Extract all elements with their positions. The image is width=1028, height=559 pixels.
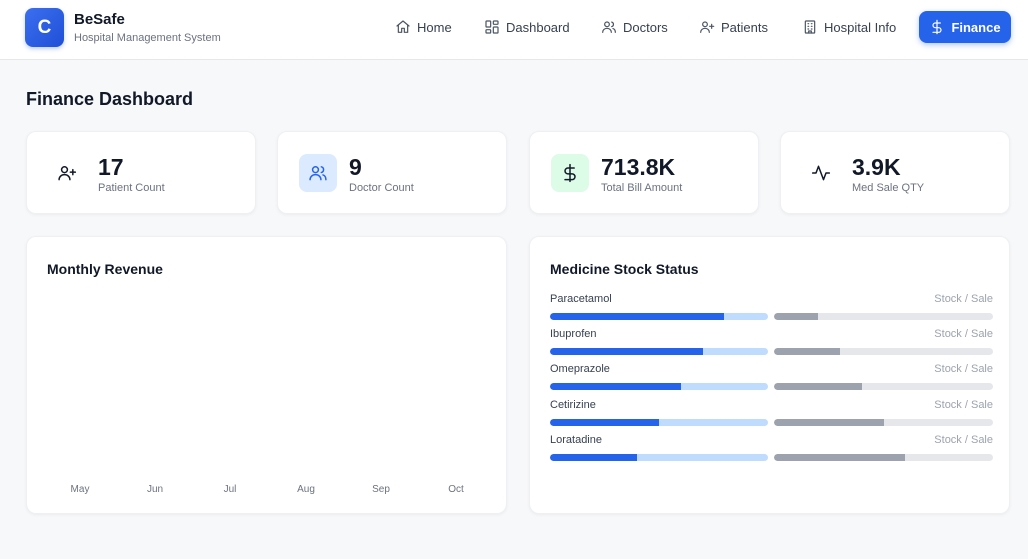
stock-bar-track (550, 419, 768, 426)
stock-sale-label: Stock / Sale (934, 363, 993, 375)
dashboard-icon (485, 20, 499, 34)
medicine-name: Ibuprofen (550, 328, 597, 340)
brand-name: BeSafe (74, 11, 125, 28)
stock-row: Cetirizine Stock / Sale (550, 399, 993, 429)
sale-bar-track (774, 454, 993, 461)
stock-row: Ibuprofen Stock / Sale (550, 328, 993, 358)
medicine-name: Loratadine (550, 434, 602, 446)
month-label: Jul (223, 484, 237, 495)
stock-bar-track (550, 348, 768, 355)
nav-patients-label: Patients (721, 19, 768, 35)
stat-icon-box (48, 154, 86, 192)
top-navbar: C BeSafe Hospital Management System Home… (0, 0, 1028, 60)
building-icon (804, 20, 816, 34)
month-label: May (70, 484, 90, 495)
page-title: Finance Dashboard (26, 89, 194, 109)
month-label: Aug (297, 484, 315, 495)
stat-label: Doctor Count (349, 182, 414, 194)
nav-doctors-label: Doctors (623, 19, 668, 35)
stock-sale-label: Stock / Sale (934, 399, 993, 411)
month-label: Jun (146, 484, 164, 495)
stock-bar-fill (550, 383, 681, 390)
stat-label: Total Bill Amount (601, 182, 683, 194)
medicine-stock-panel: Medicine Stock Status Paracetamol Stock … (529, 236, 1010, 514)
stock-sale-label: Stock / Sale (934, 293, 993, 305)
stat-value: 3.9K (852, 154, 901, 180)
dollar-icon (564, 163, 576, 183)
stock-bar-track (550, 454, 768, 461)
stock-bar-track (550, 313, 768, 320)
nav-patients[interactable]: Patients (689, 11, 778, 43)
nav-doctors[interactable]: Doctors (591, 11, 678, 43)
sale-bar-fill (774, 348, 840, 355)
nav-dashboard[interactable]: Dashboard (474, 11, 580, 43)
stock-sale-label: Stock / Sale (934, 328, 993, 340)
monthly-revenue-panel: Monthly Revenue May Jun Jul Aug Sep Oct (26, 236, 507, 514)
sale-bar-track (774, 383, 993, 390)
medicine-name: Paracetamol (550, 293, 612, 305)
sale-bar-track (774, 419, 993, 426)
stock-row: Paracetamol Stock / Sale (550, 293, 993, 323)
stock-row: Omeprazole Stock / Sale (550, 363, 993, 393)
user-plus-icon (58, 166, 77, 181)
stock-bar-fill (550, 454, 638, 461)
stat-card-doctor-count: 9 Doctor Count (277, 131, 507, 214)
stat-card-med-sale: 3.9K Med Sale QTY (780, 131, 1010, 214)
sale-bar-fill (774, 383, 862, 390)
activity-icon (811, 165, 831, 181)
sale-bar-fill (774, 419, 884, 426)
users-icon (602, 21, 616, 33)
logo-letter: C (37, 16, 52, 38)
stat-label: Patient Count (98, 182, 165, 194)
month-label: Oct (448, 484, 464, 495)
sale-bar-fill (774, 454, 906, 461)
sale-bar-fill (774, 313, 818, 320)
sale-bar-track (774, 313, 993, 320)
nav-finance[interactable]: Finance (919, 11, 1011, 43)
stock-bar-track (550, 383, 768, 390)
month-label: Sep (372, 484, 390, 495)
sale-bar-track (774, 348, 993, 355)
nav-home-label: Home (417, 19, 452, 35)
stat-value: 713.8K (601, 154, 676, 180)
nav-hospital-info-label: Hospital Info (824, 19, 897, 35)
medicine-stock-title: Medicine Stock Status (550, 261, 699, 277)
dollar-icon (932, 19, 943, 35)
monthly-revenue-title: Monthly Revenue (47, 261, 163, 277)
stat-icon-box (802, 154, 840, 192)
stat-value: 9 (349, 154, 362, 180)
stock-row: Loratadine Stock / Sale (550, 434, 993, 464)
brand-logo[interactable]: C (25, 8, 64, 47)
stat-card-patient-count: 17 Patient Count (26, 131, 256, 214)
medicine-name: Cetirizine (550, 399, 596, 411)
stock-bar-fill (550, 313, 725, 320)
stock-bar-fill (550, 348, 703, 355)
nav-home[interactable]: Home (385, 11, 462, 43)
stat-icon-box (299, 154, 337, 192)
stock-bar-fill (550, 419, 659, 426)
stock-sale-label: Stock / Sale (934, 434, 993, 446)
nav-dashboard-label: Dashboard (506, 19, 570, 35)
brand-subtitle: Hospital Management System (74, 32, 221, 44)
stat-label: Med Sale QTY (852, 182, 925, 194)
nav-finance-label: Finance (951, 19, 1001, 35)
medicine-name: Omeprazole (550, 363, 610, 375)
home-icon (396, 20, 410, 33)
nav-hospital-info[interactable]: Hospital Info (792, 11, 906, 43)
user-plus-icon (700, 21, 715, 33)
users-icon (309, 166, 327, 181)
stat-icon-box (551, 154, 589, 192)
stat-card-total-bill: 713.8K Total Bill Amount (529, 131, 759, 214)
stat-value: 17 (98, 154, 124, 180)
